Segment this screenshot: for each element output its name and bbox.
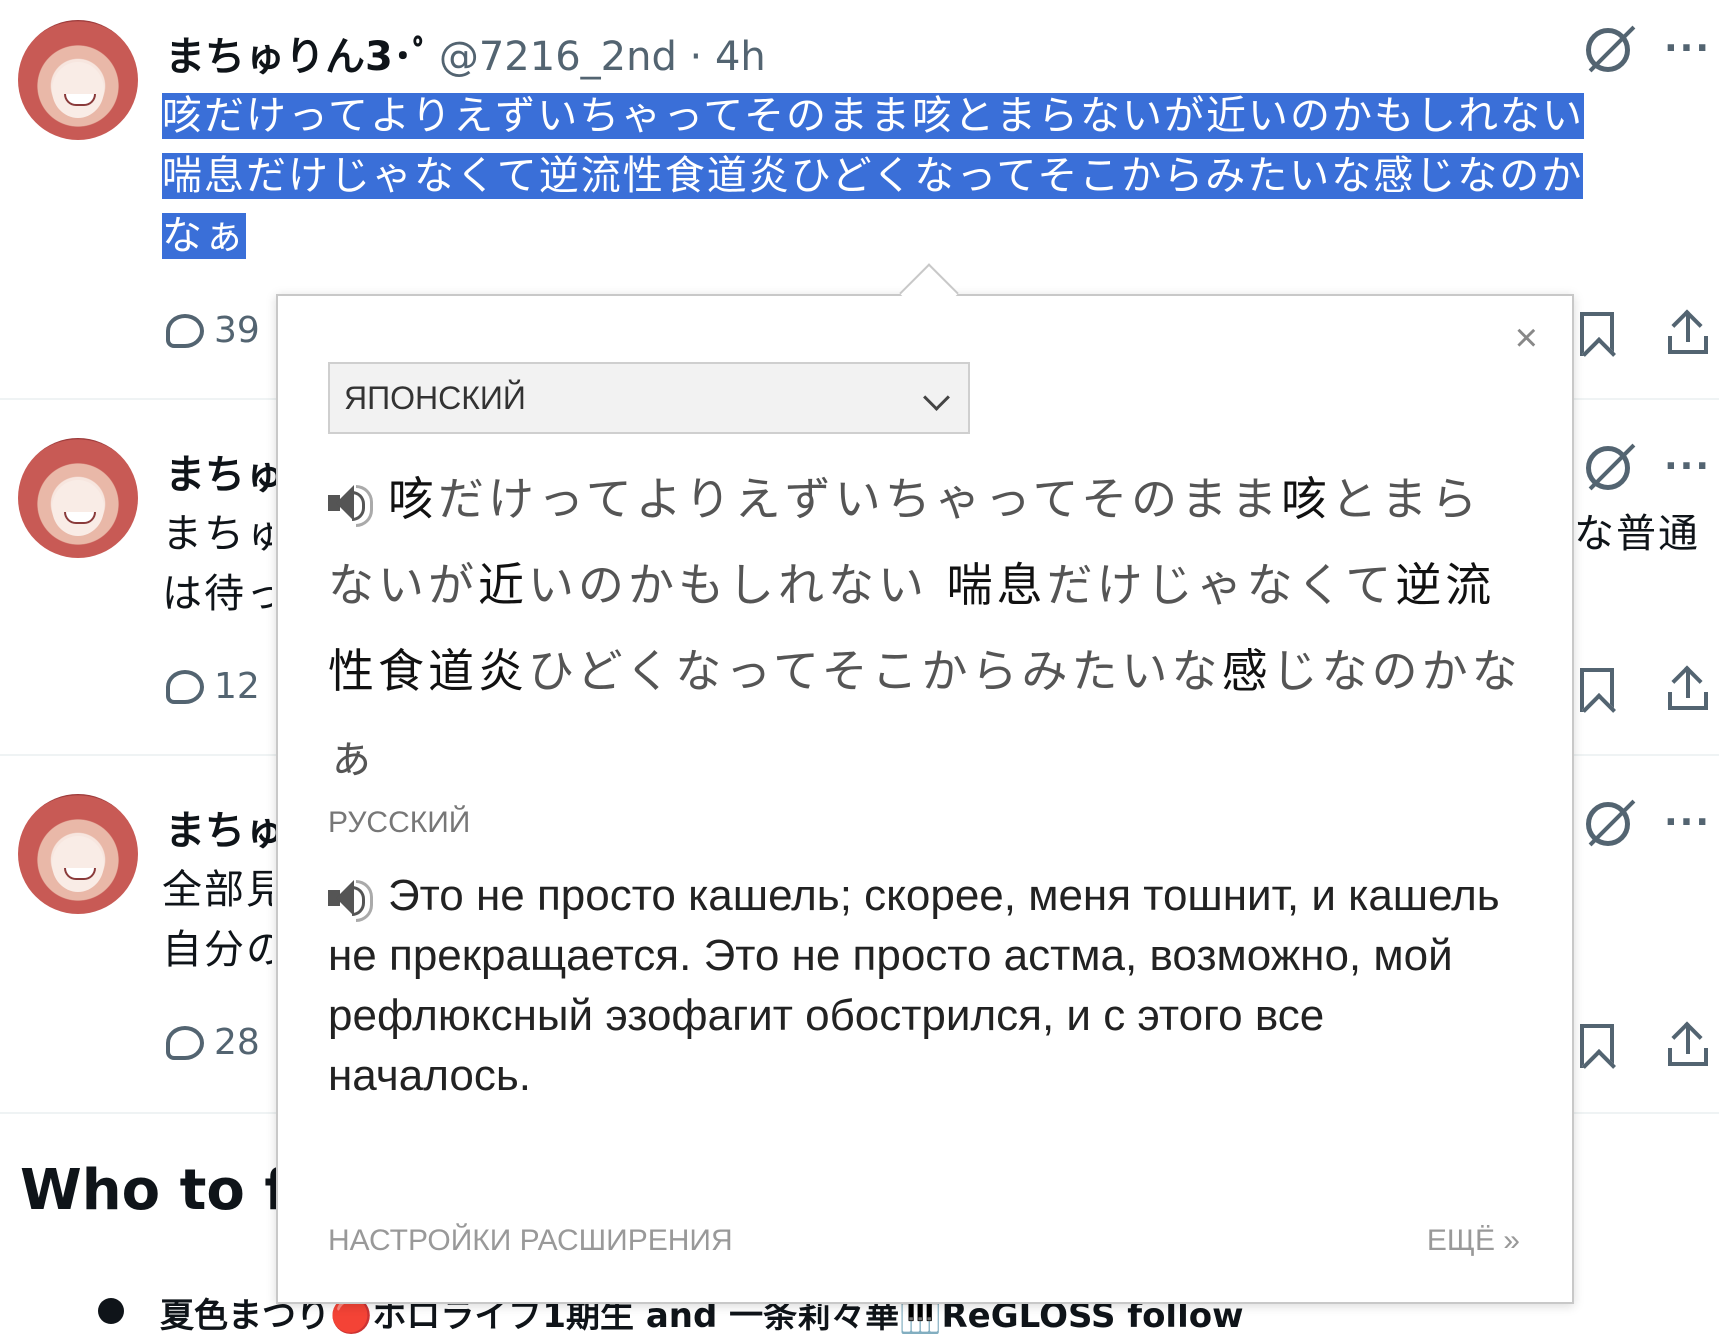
translation-popup: × ЯПОНСКИЙ 咳だけってよりえずいちゃってそのまま咳とまらないが近いのか… (276, 263, 1574, 1304)
source-language-label: ЯПОНСКИЙ (344, 379, 526, 416)
display-name[interactable]: まちゅ (165, 452, 285, 498)
speaker-icon[interactable] (328, 878, 374, 923)
reply-button[interactable]: 12 (166, 666, 260, 707)
selected-text-line-2: 喘息だけじゃなくて逆流性食道炎ひどくなってそこからみたいな感じなのか (162, 153, 1584, 199)
bookmark-icon[interactable] (1580, 312, 1614, 356)
translation-body: Это не просто кашель; скорее, меня тошни… (328, 871, 1500, 1100)
share-icon[interactable] (1666, 665, 1710, 710)
reply-count: 28 (214, 1022, 260, 1063)
grok-icon[interactable] (1586, 446, 1630, 490)
reply-button[interactable]: 39 (166, 310, 260, 351)
more-link[interactable]: ЕЩЁ » (1427, 1224, 1520, 1258)
more-menu-icon[interactable]: ··· (1664, 28, 1711, 69)
more-menu-icon[interactable]: ··· (1664, 802, 1711, 843)
reply-count: 39 (214, 310, 260, 351)
grok-icon[interactable] (1586, 802, 1630, 846)
tweet-header: まちゅ (165, 442, 285, 500)
selected-text-line-3: なぁ (162, 213, 246, 259)
reply-icon (166, 669, 204, 704)
bookmark-icon[interactable] (1580, 668, 1614, 712)
target-language-label: РУССКИЙ (328, 806, 471, 839)
extension-settings-link[interactable]: НАСТРОЙКИ РАСШИРЕНИЯ (328, 1224, 733, 1258)
selected-text-line-1: 咳だけってよりえずいちゃってそのまま咳とまらないが近いのかもしれない (162, 93, 1584, 139)
source-segment: 咳 (1281, 472, 1332, 526)
tweet-text-right: な普通 (1574, 511, 1700, 557)
tweet-header: まちゅ (165, 798, 285, 856)
grok-icon[interactable] (1586, 28, 1630, 72)
tweet-text-line-2: 自分の (162, 927, 272, 973)
reply-icon (166, 313, 204, 348)
display-name[interactable]: まちゅ (165, 808, 285, 854)
tweet-text-line-1: まちゅ (162, 511, 272, 557)
speaker-icon[interactable] (328, 483, 374, 527)
reply-icon (166, 1025, 204, 1060)
avatar[interactable] (18, 794, 138, 914)
tweet-text-line-1: 全部見 (162, 867, 272, 913)
chevron-down-icon (923, 384, 950, 411)
avatar[interactable] (18, 438, 138, 558)
source-segment: 感 (1221, 644, 1272, 698)
share-icon[interactable] (1666, 1021, 1710, 1066)
source-segment: ひどくなってそこからみたいな (528, 644, 1222, 698)
source-segment: いのかもしれない (528, 558, 947, 612)
tweet-text-line-2: は待っ (162, 571, 272, 617)
translation-text: Это не просто кашель; скорее, меня тошни… (328, 866, 1538, 1106)
source-segment: だけってよりえずいちゃってそのまま (438, 472, 1282, 526)
source-language-select[interactable]: ЯПОНСКИЙ (328, 362, 970, 434)
person-icon (98, 1298, 124, 1324)
handle-time[interactable]: @7216_2nd · 4h (439, 34, 766, 80)
tweet-text: 咳だけってよりえずいちゃってそのまま咳とまらないが近いのかもしれない 喘息だけじ… (162, 86, 1702, 266)
tweet-text: まちゅ は待っ (162, 504, 272, 624)
source-segment: 喘息 (946, 558, 1047, 612)
source-segment: 近 (478, 558, 528, 612)
share-icon[interactable] (1666, 309, 1710, 354)
tweet-text: 全部見 自分の (162, 860, 272, 980)
display-name[interactable]: まちゅりん3･ﾟ (165, 34, 433, 80)
source-text: 咳だけってよりえずいちゃってそのまま咳とまらないが近いのかもしれない 喘息だけじ… (328, 456, 1528, 800)
reply-count: 12 (214, 666, 260, 707)
bookmark-icon[interactable] (1580, 1024, 1614, 1068)
avatar[interactable] (18, 20, 138, 140)
reply-button[interactable]: 28 (166, 1022, 260, 1063)
source-segment: 咳 (388, 472, 438, 526)
close-icon[interactable]: × (1515, 316, 1538, 361)
source-segment: だけじゃなくて (1046, 558, 1396, 612)
more-menu-icon[interactable]: ··· (1664, 446, 1711, 487)
tweet-header: まちゅりん3･ﾟ @7216_2nd · 4h (165, 24, 766, 82)
